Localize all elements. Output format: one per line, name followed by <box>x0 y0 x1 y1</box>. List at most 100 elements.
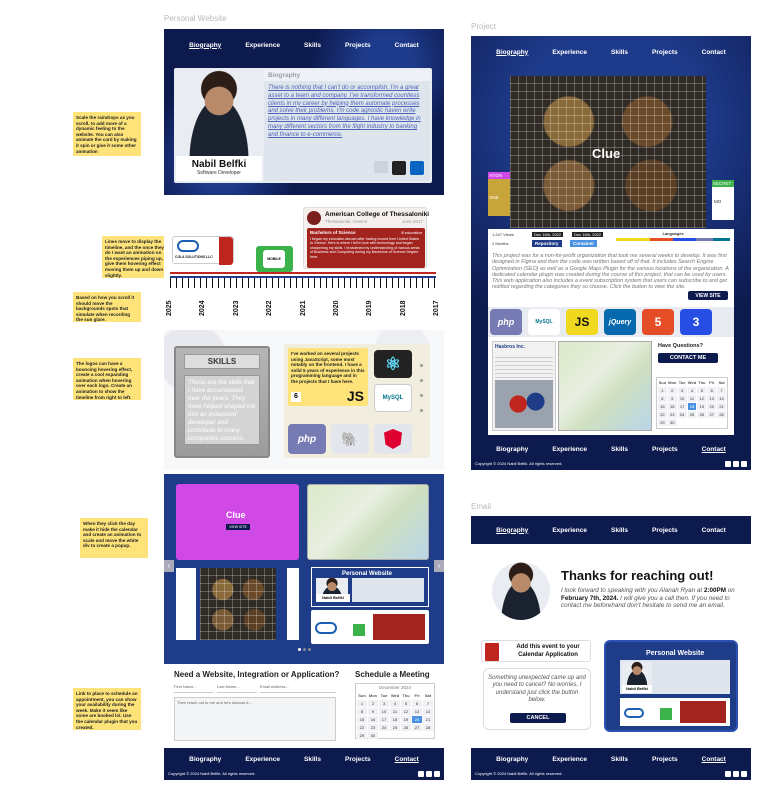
footer-projects[interactable]: Projects <box>640 446 690 453</box>
calendar-date[interactable]: 28 <box>717 411 726 418</box>
calendar-date[interactable]: 16 <box>667 403 677 410</box>
carousel-clue-board[interactable] <box>200 568 276 640</box>
calendar-date[interactable]: 1 <box>357 700 367 707</box>
html5-icon[interactable]: 5 <box>642 309 674 335</box>
calendar-date[interactable]: 14 <box>423 708 433 715</box>
email-icon[interactable] <box>741 771 747 777</box>
nav-skills[interactable]: Skills <box>599 49 640 56</box>
calendar-grid[interactable]: Sun Mon Tue Wed Thu Fri Sat 1 2 3 4 5 6 7 8 9 10 11 12 13 14… <box>657 378 727 427</box>
calendar-date[interactable]: 12 <box>697 395 707 402</box>
footer-contact[interactable]: Contact <box>690 756 738 763</box>
add-event-card[interactable]: Add this event to your Calendar Applicat… <box>481 640 591 662</box>
footer-contact[interactable]: Contact <box>383 756 431 763</box>
calendar-date[interactable]: 25 <box>687 411 697 418</box>
footer-biography[interactable]: Biography <box>484 446 540 453</box>
calendar-date[interactable]: 15 <box>658 403 667 410</box>
calendar-date[interactable]: 3 <box>677 387 687 394</box>
calendar-date[interactable]: 29 <box>357 732 367 739</box>
github-icon[interactable] <box>392 161 406 175</box>
calendar-date[interactable]: 4 <box>687 387 697 394</box>
calendar-date[interactable]: 25 <box>390 724 400 731</box>
calendar-date[interactable]: 24 <box>677 411 687 418</box>
side-card-right[interactable]: SECRET MO <box>712 180 734 220</box>
nav-biography[interactable]: Biography <box>484 49 540 56</box>
footer-projects[interactable]: Projects <box>333 756 383 763</box>
calendar-date[interactable]: 22 <box>658 411 667 418</box>
carousel-prev-button[interactable]: ‹ <box>164 560 174 572</box>
linkedin-icon[interactable] <box>733 461 739 467</box>
calendar-date[interactable]: 2 <box>368 700 378 707</box>
calendar-date[interactable]: 27 <box>412 724 422 731</box>
linkedin-icon[interactable] <box>410 161 424 175</box>
carousel-view-button[interactable]: VIEW SITE <box>226 524 250 530</box>
last-name-input[interactable]: Last Name... <box>217 684 257 693</box>
footer-skills[interactable]: Skills <box>292 756 333 763</box>
footer-experience[interactable]: Experience <box>233 756 292 763</box>
carousel-personal-card[interactable]: Personal Website Nabil Belfki <box>311 567 429 607</box>
js-icon[interactable]: JS <box>566 309 598 335</box>
linkedin-icon[interactable] <box>426 771 432 777</box>
calendar-date[interactable]: 12 <box>401 708 411 715</box>
calendar-date[interactable]: 24 <box>379 724 389 731</box>
nav-experience[interactable]: Experience <box>233 42 292 49</box>
github-icon[interactable] <box>418 771 424 777</box>
linkedin-icon[interactable] <box>733 771 739 777</box>
nav-biography[interactable]: Biography <box>484 527 540 534</box>
nav-experience[interactable]: Experience <box>540 527 599 534</box>
calendar-grid[interactable]: Sun Mon Tue Wed Thu Fri Sat 1 2 3 4 5 6 7 8 9 10 11 12 13 14… <box>356 691 434 740</box>
calendar-date[interactable]: 17 <box>379 716 389 723</box>
calendar-date[interactable]: 14 <box>717 395 726 402</box>
calendar-date[interactable]: 7 <box>717 387 726 394</box>
github-icon[interactable] <box>725 461 731 467</box>
email-icon[interactable] <box>434 771 440 777</box>
company-card-cola[interactable]: COLA SOLUTIONS LLC <box>172 236 234 265</box>
calendar-date[interactable]: 11 <box>390 708 400 715</box>
project-calendar[interactable]: Sun Mon Tue Wed Thu Fri Sat 1 2 3 4 5 6 7 8 9 10 11 12 13 14… <box>656 377 728 429</box>
side-card-left[interactable]: ATION ONE <box>488 172 510 216</box>
calendar-date[interactable]: 13 <box>412 708 422 715</box>
calendar-date[interactable]: 18 <box>390 716 400 723</box>
footer-contact[interactable]: Contact <box>690 446 738 453</box>
calendar-date[interactable]: 17 <box>677 403 687 410</box>
calendar-date[interactable]: 7 <box>423 700 433 707</box>
css3-icon[interactable]: 3 <box>680 309 712 335</box>
calendar-date[interactable]: 2 <box>667 387 677 394</box>
mysql-icon[interactable]: MySQL <box>374 384 412 412</box>
email-icon[interactable] <box>741 461 747 467</box>
school-card[interactable]: American College of Thessaloniki Thessal… <box>303 207 429 269</box>
calendar-date[interactable]: 5 <box>401 700 411 707</box>
first-name-input[interactable]: First Name... <box>174 684 214 693</box>
angular-icon[interactable] <box>374 424 412 454</box>
calendar-date[interactable]: 20 <box>412 716 422 723</box>
calendar-date[interactable]: 8 <box>658 395 667 402</box>
nav-skills[interactable]: Skills <box>599 527 640 534</box>
calendar-date[interactable]: 19 <box>401 716 411 723</box>
postgres-icon[interactable]: 🐘 <box>331 424 369 454</box>
calendar-date[interactable]: 21 <box>717 403 726 410</box>
calendar-date[interactable]: 4 <box>390 700 400 707</box>
calendar-date[interactable]: 19 <box>697 403 707 410</box>
calendar-date[interactable]: 1 <box>658 387 667 394</box>
js-card[interactable]: I've worked on several projects using Ja… <box>288 348 368 406</box>
nav-biography[interactable]: Biography <box>177 42 233 49</box>
carousel-timeline-card[interactable] <box>311 610 429 644</box>
calendar-date[interactable]: 6 <box>412 700 422 707</box>
php-icon[interactable]: php <box>490 309 522 335</box>
company-card-mobile[interactable]: MOBILE <box>256 246 293 272</box>
calendar-date[interactable]: 9 <box>368 708 378 715</box>
email-input[interactable]: Email Address... <box>260 684 336 693</box>
calendar-date[interactable]: 3 <box>379 700 389 707</box>
calendar-date[interactable]: 30 <box>368 732 378 739</box>
react-icon[interactable]: ⚛ <box>374 350 412 378</box>
repository-button[interactable]: Repository <box>532 240 562 247</box>
footer-experience[interactable]: Experience <box>540 446 599 453</box>
calendar-date[interactable]: 29 <box>658 419 667 426</box>
calendar-date[interactable]: 23 <box>667 411 677 418</box>
nav-contact[interactable]: Contact <box>690 49 738 56</box>
calendar-date[interactable]: 22 <box>357 724 367 731</box>
calendar-date[interactable]: 5 <box>697 387 707 394</box>
calendar-date[interactable]: 13 <box>707 395 717 402</box>
github-icon[interactable] <box>725 771 731 777</box>
email-site-preview[interactable]: Personal Website Nabil Belfki <box>604 640 738 732</box>
calendar-date[interactable]: 10 <box>379 708 389 715</box>
